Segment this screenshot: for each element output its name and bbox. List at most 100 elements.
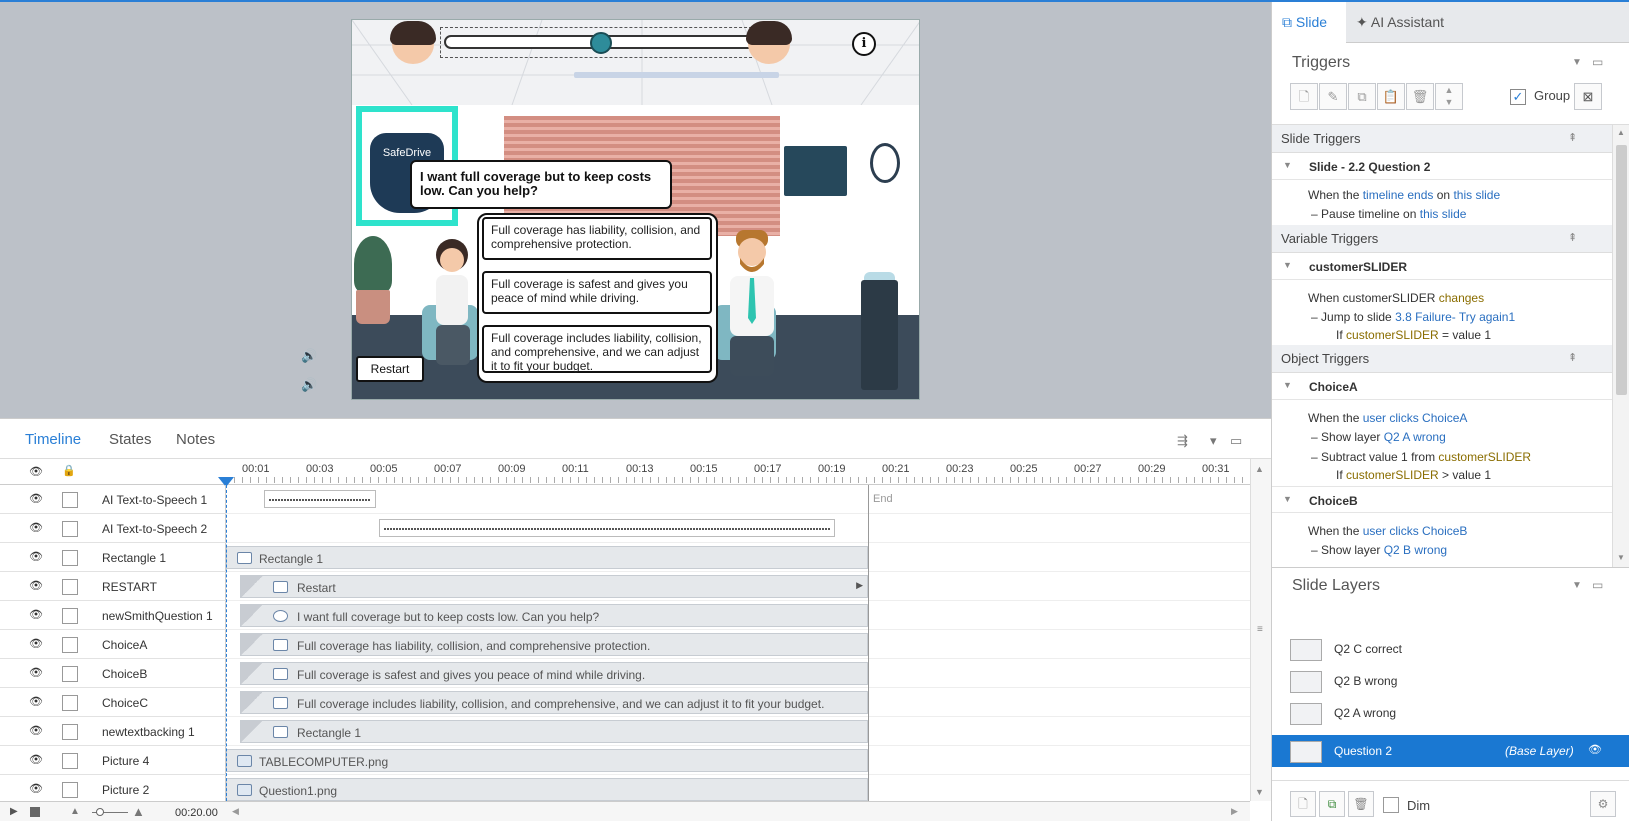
expand-icon[interactable]: ▼ (1283, 260, 1292, 270)
timeline-row[interactable]: 👁 AI Text-to-Speech 1 (0, 485, 226, 514)
customer-slider-thumb[interactable] (590, 32, 612, 54)
chevron-down-icon[interactable]: ▾ (1210, 433, 1217, 449)
trigger-action[interactable]: – Subtract value 1 from customerSLIDER (1311, 450, 1531, 464)
play-icon[interactable]: ▶ (10, 806, 18, 817)
info-button[interactable]: i (852, 32, 876, 56)
timeline-row[interactable]: 👁 ChoiceA (0, 630, 226, 659)
timeline-scrollbar[interactable]: ▲ ≡ ▼ (1250, 459, 1271, 801)
tab-notes[interactable]: Notes (176, 431, 215, 448)
restart-button[interactable]: Restart (356, 356, 424, 382)
eye-icon[interactable]: 👁 (25, 608, 47, 622)
timeline-bar[interactable]: Full coverage has liability, collision, … (240, 633, 868, 656)
trigger-condition[interactable]: If customerSLIDER > value 1 (1336, 468, 1491, 482)
scroll-up-icon[interactable]: ▲ (1255, 464, 1264, 474)
new-layer-button[interactable]: 🗋 (1290, 791, 1316, 817)
lock-checkbox[interactable] (62, 753, 78, 769)
trigger-variable[interactable]: customerSLIDER (1346, 328, 1439, 342)
base-layer-item[interactable]: Question 2 (Base Layer) 👁 (1272, 735, 1629, 767)
timeline-bar[interactable]: Full coverage includes liability, collis… (240, 691, 868, 714)
slide-triggers-header[interactable]: Slide Triggers (1272, 125, 1612, 153)
timeline-end-marker[interactable] (868, 485, 869, 801)
trigger-group-slide[interactable]: ▼ Slide - 2.2 Question 2 (1272, 153, 1612, 180)
trigger-object[interactable]: Q2 B wrong (1384, 543, 1447, 557)
trigger-object[interactable]: this slide (1420, 207, 1467, 221)
eye-icon[interactable]: 👁 (25, 782, 47, 796)
layer-item[interactable]: Q2 A wrong (1272, 697, 1629, 729)
trigger-action[interactable]: – Jump to slide 3.8 Failure- Try again1 (1311, 310, 1515, 324)
trigger-group-variable[interactable]: ▼ customerSLIDER (1272, 253, 1612, 280)
eye-icon[interactable]: 👁 (25, 666, 47, 680)
restore-panel-icon[interactable]: ▭ (1230, 433, 1242, 449)
tab-states[interactable]: States (109, 431, 152, 448)
timeline-row[interactable]: 👁 newtextbacking 1 (0, 717, 226, 746)
tab-slide[interactable]: ⧉ Slide (1272, 2, 1346, 43)
move-trigger-button[interactable]: ▲ ▼ (1435, 83, 1463, 110)
tab-timeline[interactable]: Timeline (25, 431, 81, 448)
audio-waveform[interactable] (264, 490, 376, 508)
trigger-object[interactable]: 3.8 Failure- Try again1 (1395, 310, 1515, 324)
timeline-bar[interactable]: Rectangle 1 (240, 720, 868, 743)
trigger-group-choiceb[interactable]: ▼ ChoiceB (1272, 486, 1612, 513)
tab-ai-assistant[interactable]: ✦ AI Assistant (1346, 2, 1454, 43)
trigger-condition[interactable]: If customerSLIDER = value 1 (1336, 328, 1491, 342)
lock-checkbox[interactable] (62, 550, 78, 566)
zoom-in-icon[interactable]: ▲ (132, 804, 145, 819)
collapse-all-icon[interactable]: ⇞ (1568, 131, 1577, 144)
dim-checkbox[interactable] (1383, 797, 1399, 813)
eye-icon[interactable]: 👁 (1588, 743, 1602, 756)
trigger-when[interactable]: When the user clicks ChoiceB (1308, 524, 1467, 538)
trigger-event[interactable]: user clicks (1363, 411, 1419, 425)
eye-icon[interactable]: 👁 (25, 637, 47, 651)
eye-icon[interactable]: 👁 (25, 724, 47, 738)
lock-checkbox[interactable] (62, 637, 78, 653)
expand-icon[interactable]: ▼ (1283, 160, 1292, 170)
trigger-event[interactable]: user clicks (1363, 524, 1419, 538)
eye-icon[interactable]: 👁 (25, 579, 47, 593)
eye-icon[interactable]: 👁 (25, 521, 47, 535)
trigger-when[interactable]: When the user clicks ChoiceA (1308, 411, 1467, 425)
timeline-bar[interactable]: Full coverage is safest and gives you pe… (240, 662, 868, 685)
object-triggers-header[interactable]: Object Triggers (1272, 345, 1612, 373)
timeline-row[interactable]: 👁 AI Text-to-Speech 2 (0, 514, 226, 543)
scroll-up-icon[interactable]: ▲ (1617, 128, 1625, 137)
collapse-all-icon[interactable]: ⇞ (1568, 351, 1577, 364)
lock-checkbox[interactable] (62, 492, 78, 508)
speaker-icon[interactable]: 🔊 (301, 377, 317, 392)
trigger-when[interactable]: When customerSLIDER changes (1308, 291, 1484, 305)
trigger-action[interactable]: – Show layer Q2 A wrong (1311, 430, 1446, 444)
zoom-slider-thumb[interactable] (96, 808, 104, 816)
eye-icon[interactable]: 👁 (25, 492, 47, 506)
lock-checkbox[interactable] (62, 666, 78, 682)
timeline-row[interactable]: 👁 Picture 4 (0, 746, 226, 775)
scroll-left-icon[interactable]: ◀ (232, 806, 239, 817)
scroll-thumb[interactable] (1616, 145, 1627, 395)
trigger-object[interactable]: this slide (1453, 188, 1500, 202)
timeline-bar[interactable]: TABLECOMPUTER.png (226, 749, 868, 772)
layer-item[interactable]: Q2 B wrong (1272, 665, 1629, 697)
lock-checkbox[interactable] (62, 608, 78, 624)
trigger-variable[interactable]: customerSLIDER (1438, 450, 1531, 464)
eye-icon[interactable]: 👁 (25, 550, 47, 564)
timeline-options-icon[interactable]: ⇶ (1177, 433, 1188, 449)
copy-trigger-button[interactable]: ⧉ (1348, 83, 1376, 110)
lock-checkbox[interactable] (62, 521, 78, 537)
edit-trigger-button[interactable]: ✎ (1319, 83, 1347, 110)
lock-checkbox[interactable] (62, 782, 78, 798)
trigger-action[interactable]: – Show layer Q2 B wrong (1311, 543, 1447, 557)
delete-layer-button[interactable]: 🗑 (1348, 791, 1374, 817)
trigger-object[interactable]: Q2 A wrong (1384, 430, 1446, 444)
delete-trigger-button[interactable]: 🗑 (1406, 83, 1434, 110)
audio-waveform[interactable] (379, 519, 835, 537)
lock-checkbox[interactable] (62, 695, 78, 711)
new-trigger-button[interactable]: 🗋 (1290, 83, 1318, 110)
gear-icon[interactable]: ⚙ (1590, 791, 1616, 817)
expand-icon[interactable]: ▼ (1283, 380, 1292, 390)
choice-b[interactable]: Full coverage is safest and gives you pe… (482, 271, 712, 314)
expand-arrow-icon[interactable]: ▶ (856, 580, 863, 591)
chevron-down-icon[interactable]: ▼ (1572, 580, 1582, 591)
zoom-out-icon[interactable]: ▲ (70, 806, 80, 817)
trigger-event[interactable]: changes (1439, 291, 1484, 305)
timeline-row[interactable]: 👁 Picture 2 (0, 775, 226, 804)
collapse-all-icon[interactable]: ⇞ (1568, 231, 1577, 244)
trigger-action[interactable]: – Pause timeline on this slide (1311, 207, 1466, 221)
